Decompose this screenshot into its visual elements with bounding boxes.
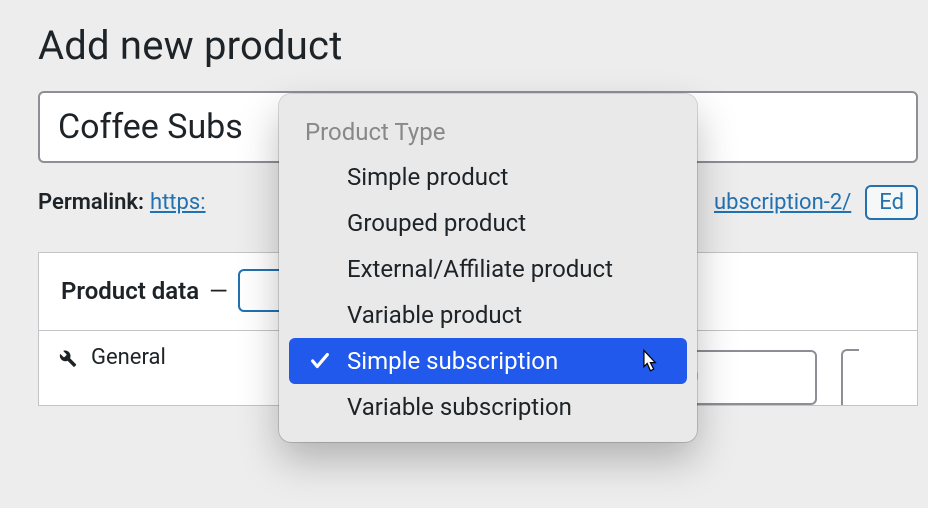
page-title: Add new product bbox=[38, 22, 918, 69]
adjacent-field-edge bbox=[841, 349, 859, 405]
permalink-url-prefix[interactable]: https: bbox=[150, 190, 206, 215]
link-cursor-icon bbox=[635, 347, 661, 375]
edit-permalink-button[interactable]: Ed bbox=[865, 185, 918, 220]
dropdown-option[interactable]: Simple subscription bbox=[289, 338, 687, 384]
dropdown-option[interactable]: Grouped product bbox=[279, 200, 697, 246]
dropdown-option[interactable]: Simple product bbox=[279, 154, 697, 200]
permalink-url-suffix[interactable]: ubscription-2/ bbox=[714, 190, 851, 215]
dropdown-group-label: Product Type bbox=[279, 108, 697, 154]
wrench-icon bbox=[57, 348, 77, 368]
product-type-dropdown[interactable]: Product Type Simple productGrouped produ… bbox=[279, 94, 697, 442]
dropdown-option[interactable]: Variable subscription bbox=[279, 384, 697, 430]
tab-general-label: General bbox=[91, 345, 166, 370]
dash: — bbox=[209, 277, 228, 305]
dropdown-option[interactable]: Variable product bbox=[279, 292, 697, 338]
product-data-label: Product data bbox=[61, 277, 199, 305]
dropdown-option[interactable]: External/Affiliate product bbox=[279, 246, 697, 292]
permalink-label: Permalink: bbox=[38, 190, 144, 215]
check-icon bbox=[309, 350, 331, 372]
